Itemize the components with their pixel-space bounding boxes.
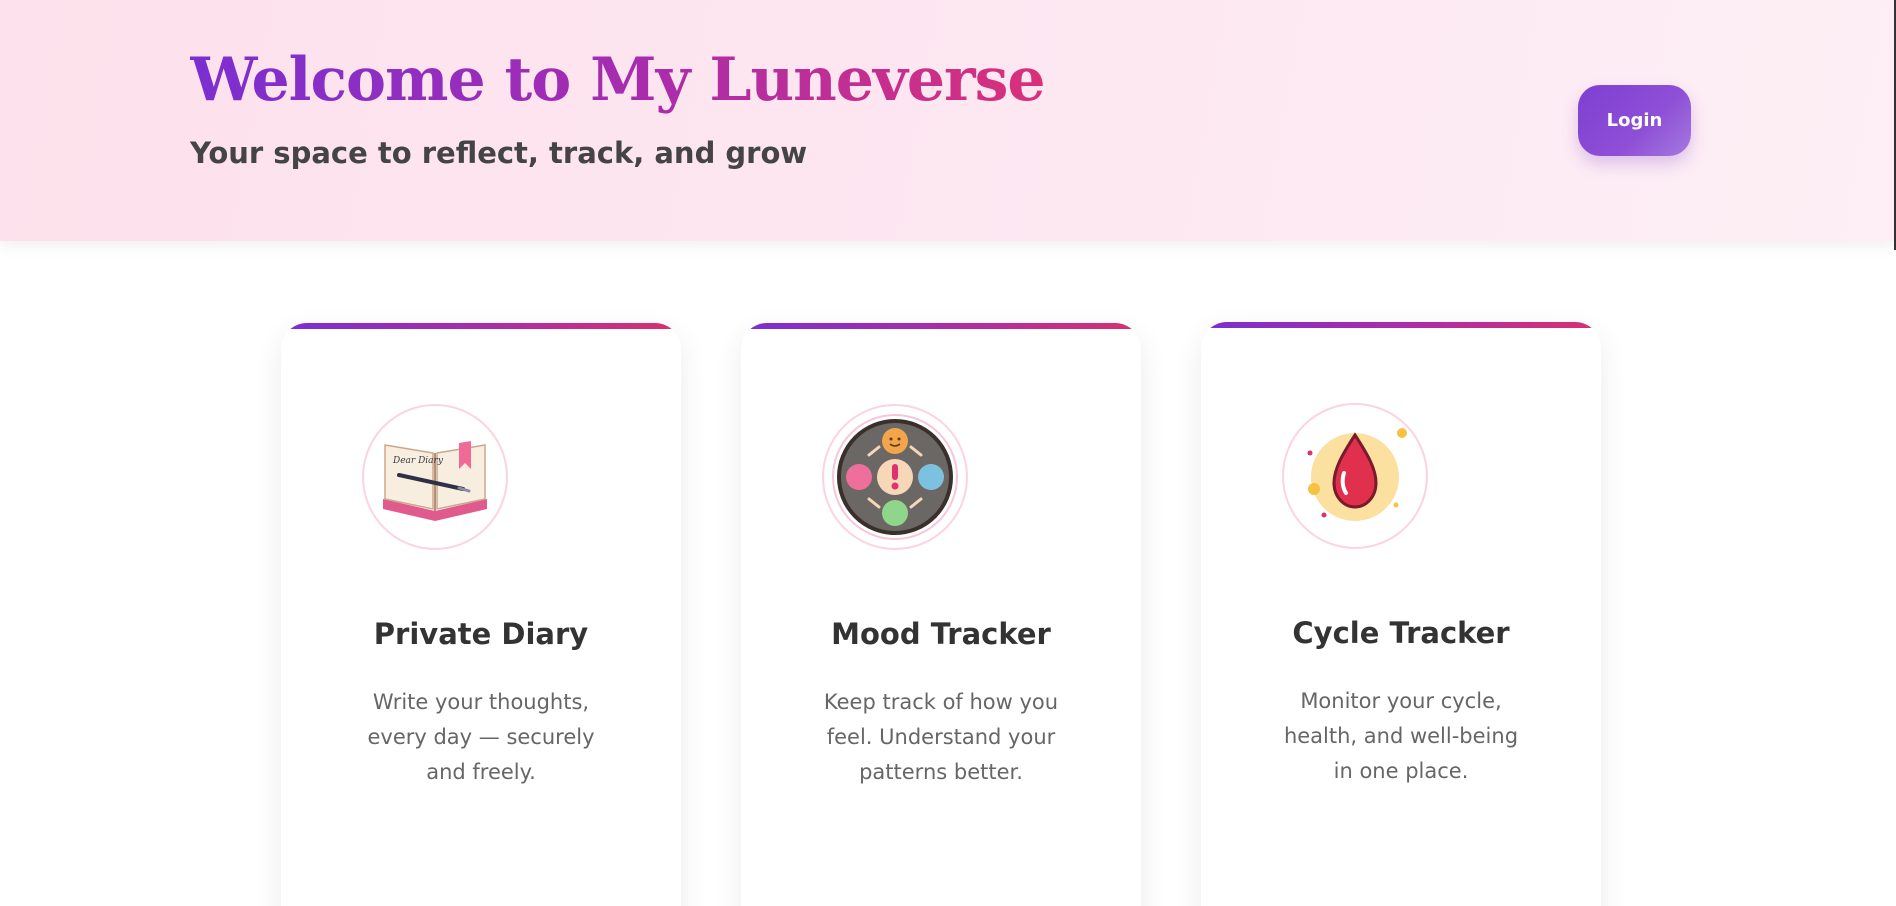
feature-card-cycle-tracker[interactable]: Cycle Tracker Monitor your cycle, health… (1201, 322, 1601, 906)
card-description: Write your thoughts, every day — securel… (367, 690, 595, 784)
card-title: Private Diary (373, 617, 589, 651)
card-description: Keep track of how you feel. Understand y… (823, 690, 1059, 784)
card-accent-bar (281, 323, 681, 329)
feature-card-mood-tracker[interactable]: Mood Tracker Keep track of how you feel.… (741, 323, 1141, 906)
blood-drop-icon (1282, 403, 1428, 549)
landing-page: Welcome to My Luneverse Your space to re… (0, 0, 1896, 906)
card-title: Cycle Tracker (1292, 616, 1510, 650)
mood-cycle-icon (822, 404, 968, 550)
card-accent-bar (741, 323, 1141, 329)
diary-book-icon: Dear Diary (362, 404, 508, 550)
login-button[interactable]: Login (1578, 85, 1691, 156)
feature-card-private-diary[interactable]: Dear Diary Private Diary Write your thou… (281, 323, 681, 906)
diary-cover-text: Dear Diary (392, 456, 444, 466)
card-accent-bar (1201, 322, 1601, 328)
hero-header: Welcome to My Luneverse Your space to re… (0, 0, 1896, 241)
page-title: Welcome to My Luneverse (190, 40, 1046, 120)
card-title: Mood Tracker (831, 617, 1051, 651)
page-subtitle: Your space to reflect, track, and grow (190, 136, 808, 170)
card-description: Monitor your cycle, health, and well-bei… (1283, 689, 1519, 783)
